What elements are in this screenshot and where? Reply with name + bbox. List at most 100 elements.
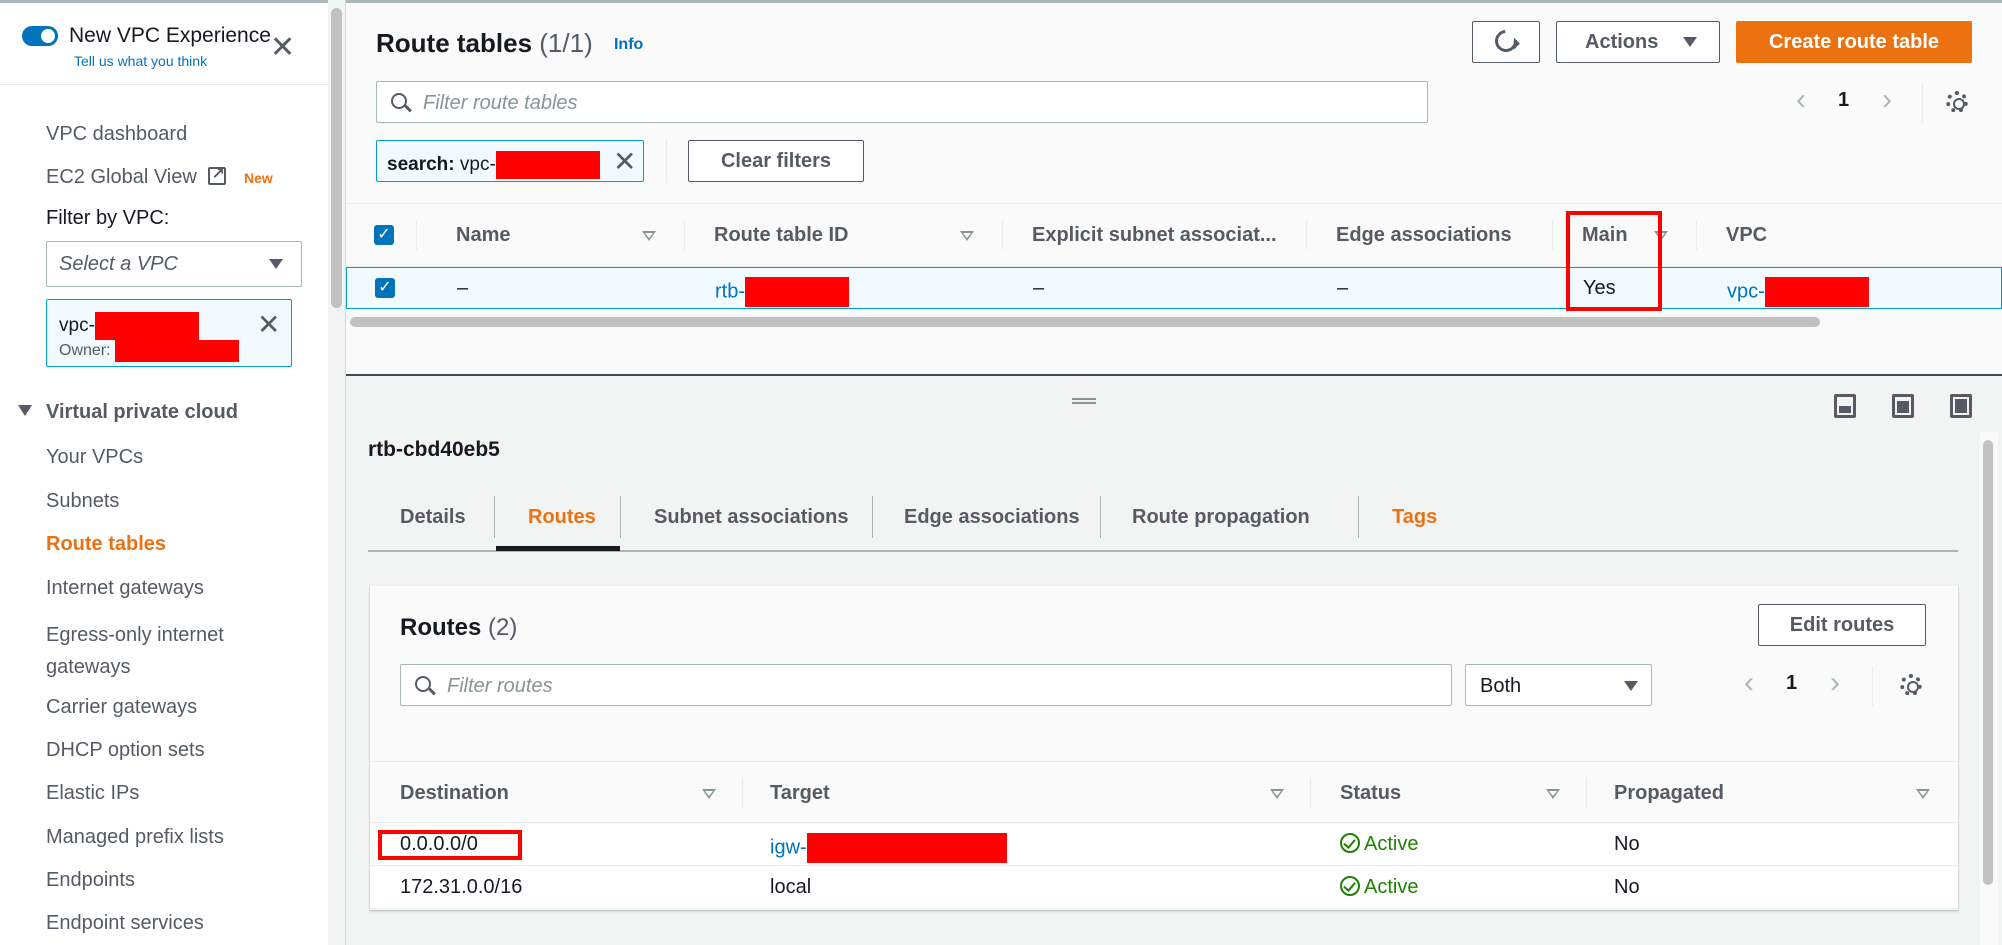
cell-explicit-subnet: – (1033, 277, 1045, 299)
sidebar-item-internet-gateways[interactable]: Internet gateways (46, 576, 204, 600)
page-number[interactable]: 1 (1786, 672, 1797, 695)
next-page-icon[interactable]: › (1882, 83, 1892, 117)
remove-search-token-icon[interactable]: ✕ (613, 145, 636, 178)
actions-button[interactable]: Actions (1556, 21, 1720, 63)
filter-route-tables-input[interactable]: Filter route tables (376, 81, 1428, 123)
cell-edge-associations: – (1337, 277, 1349, 299)
close-sidebar-icon[interactable]: ✕ (270, 33, 295, 63)
sort-icon[interactable] (702, 789, 716, 799)
redacted-vpc-id (1764, 277, 1869, 307)
sidebar-item-elastic-ips[interactable]: Elastic IPs (46, 781, 139, 805)
vpc-filter-token: vpc- Owner: ✕ (46, 299, 292, 367)
sort-icon[interactable] (1270, 789, 1284, 799)
panel-bottom-icon[interactable] (1834, 394, 1856, 418)
sidebar-item-managed-prefix-lists[interactable]: Managed prefix lists (46, 825, 224, 849)
table-horizontal-scrollbar[interactable] (350, 317, 1820, 327)
route-tables-panel: Route tables (1/1) Info Actions Create r… (346, 0, 2002, 375)
refresh-button[interactable] (1472, 21, 1540, 63)
details-scrollbar[interactable] (1980, 432, 1998, 945)
sidebar-item-label: Your VPCs (46, 446, 144, 468)
sidebar: New VPC Experience Tell us what you thin… (0, 0, 328, 945)
sidebar-item-route-tables[interactable]: Route tables (46, 532, 166, 556)
remove-vpc-filter-icon[interactable]: ✕ (257, 308, 280, 341)
details-scrollbar-thumb[interactable] (1983, 440, 1993, 885)
table-header: ✓ Name Route table ID Explicit subnet as… (346, 203, 2002, 267)
info-link[interactable]: Info (614, 36, 643, 53)
resize-handle-icon[interactable] (1072, 398, 1096, 404)
row-checkbox[interactable]: ✓ (375, 278, 395, 298)
column-divider (684, 220, 685, 250)
sidebar-item-your-vpcs[interactable]: Your VPCs (46, 445, 143, 469)
column-header-explicit-subnet-associations[interactable]: Explicit subnet associat... (1032, 224, 1277, 247)
sidebar-item-label: Egress-only internet gateways (46, 624, 224, 678)
sidebar-item-endpoint-services[interactable]: Endpoint services (46, 911, 204, 935)
table-row[interactable]: 0.0.0.0/0 igw- Active No (370, 824, 1958, 866)
column-header-name[interactable]: Name (456, 224, 510, 247)
create-route-table-button[interactable]: Create route table (1736, 21, 1972, 63)
column-header-destination[interactable]: Destination (400, 782, 509, 805)
clear-filters-button[interactable]: Clear filters (688, 140, 864, 182)
sidebar-item-vpc-dashboard[interactable]: VPC dashboard (46, 122, 187, 146)
sidebar-item-subnets[interactable]: Subnets (46, 489, 119, 513)
sidebar-item-label: Endpoints (46, 869, 135, 891)
sort-icon[interactable] (1916, 789, 1930, 799)
redacted-route-table-id (745, 277, 849, 307)
feedback-link[interactable]: Tell us what you think (74, 53, 207, 69)
sidebar-item-label: Managed prefix lists (46, 826, 224, 848)
sidebar-item-label: Elastic IPs (46, 782, 140, 804)
filter-routes-input[interactable]: Filter routes (400, 664, 1452, 706)
detail-tabs: Details Routes Subnet associations Edge … (368, 490, 1958, 552)
sidebar-item-dhcp-option-sets[interactable]: DHCP option sets (46, 738, 205, 762)
column-header-propagated[interactable]: Propagated (1614, 782, 1724, 805)
page-number[interactable]: 1 (1838, 89, 1849, 112)
tab-route-propagation[interactable]: Route propagation (1132, 506, 1310, 529)
settings-gear-icon[interactable] (1946, 91, 1968, 113)
sidebar-item-egress-only-internet-gateways[interactable]: Egress-only internet gateways (46, 619, 276, 683)
column-header-status[interactable]: Status (1340, 782, 1401, 805)
cell-vpc[interactable]: vpc- (1727, 277, 1869, 307)
sidebar-item-endpoints[interactable]: Endpoints (46, 868, 135, 892)
previous-page-icon[interactable]: ‹ (1796, 83, 1806, 117)
sort-icon[interactable] (960, 231, 974, 241)
previous-page-icon[interactable]: ‹ (1744, 666, 1754, 700)
sidebar-item-label: DHCP option sets (46, 739, 205, 761)
tab-tags[interactable]: Tags (1392, 506, 1437, 529)
column-header-vpc[interactable]: VPC (1726, 224, 1767, 247)
sidebar-scrollbar[interactable] (328, 0, 346, 945)
vpc-select[interactable]: Select a VPC (46, 241, 302, 287)
status-success-icon (1340, 876, 1360, 896)
tab-divider (1100, 496, 1101, 538)
refresh-icon (1490, 25, 1522, 57)
settings-gear-icon[interactable] (1900, 674, 1922, 696)
cell-status: Active (1340, 833, 1418, 856)
sort-icon[interactable] (642, 231, 656, 241)
cell-target[interactable]: igw- (770, 833, 1007, 863)
column-header-target[interactable]: Target (770, 782, 830, 805)
tab-subnet-associations[interactable]: Subnet associations (654, 506, 849, 529)
sidebar-scrollbar-thumb[interactable] (331, 8, 342, 308)
caret-down-icon (1683, 37, 1697, 47)
column-header-route-table-id[interactable]: Route table ID (714, 224, 848, 247)
edit-routes-button[interactable]: Edit routes (1758, 604, 1926, 646)
section-virtual-private-cloud[interactable]: Virtual private cloud (18, 401, 238, 424)
next-page-icon[interactable]: › (1830, 666, 1840, 700)
sort-icon[interactable] (1546, 789, 1560, 799)
sidebar-item-label: EC2 Global View (46, 166, 197, 188)
redacted-vpc-id (495, 151, 600, 179)
vpc-token-id: vpc- (59, 312, 199, 340)
tab-details[interactable]: Details (400, 506, 466, 529)
divider (1872, 666, 1873, 706)
sidebar-item-ec2-global-view[interactable]: EC2 Global View New (46, 163, 273, 190)
column-header-edge-associations[interactable]: Edge associations (1336, 224, 1512, 247)
panel-side-icon[interactable] (1892, 394, 1914, 418)
cell-route-table-id[interactable]: rtb- (715, 277, 849, 307)
select-all-checkbox[interactable]: ✓ (374, 225, 394, 245)
tab-routes[interactable]: Routes (528, 506, 596, 529)
panel-full-icon[interactable] (1950, 394, 1972, 418)
table-row[interactable]: ✓ – rtb- – – Yes vpc- (346, 267, 2002, 309)
tab-edge-associations[interactable]: Edge associations (904, 506, 1080, 529)
new-experience-toggle[interactable] (22, 26, 58, 46)
sidebar-item-carrier-gateways[interactable]: Carrier gateways (46, 695, 197, 719)
route-type-select[interactable]: Both (1465, 664, 1652, 706)
table-row[interactable]: 172.31.0.0/16 local Active No (370, 867, 1958, 909)
